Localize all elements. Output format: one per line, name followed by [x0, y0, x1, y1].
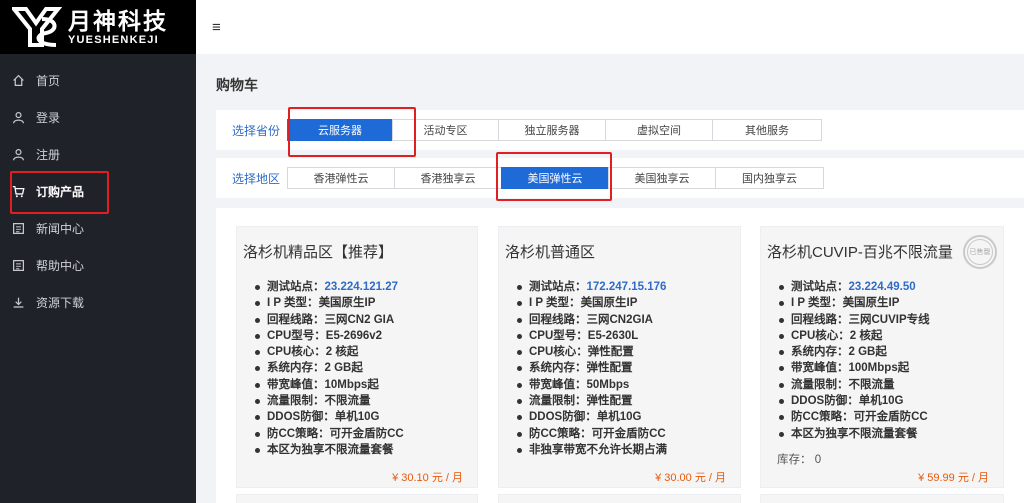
logo-mark-icon: [9, 7, 63, 47]
sold-out-stamp: 已售罄: [963, 235, 997, 269]
option-cn-dedicated-cloud[interactable]: 国内独享云: [715, 167, 824, 189]
option-cloud-server[interactable]: 云服务器: [287, 119, 393, 141]
sidebar-item-downloads[interactable]: 资源下载: [0, 284, 196, 321]
option-virtual-hosting[interactable]: 虚拟空间: [605, 119, 713, 141]
region-filter-row: 选择地区 香港弹性云 香港独享云 美国弹性云 美国独享云 国内独享云: [216, 158, 1024, 198]
product-card-next-row[interactable]: [498, 494, 741, 503]
product-price: ¥ 59.99 元 / 月: [918, 472, 989, 484]
sidebar-item-label: 资源下载: [36, 296, 85, 310]
product-card[interactable]: 洛杉机普通区 测试站点：172.247.15.176 I P 类型：美国原生IP…: [498, 226, 741, 488]
sidebar-item-label: 订购产品: [36, 185, 85, 199]
sold-out-label: 已售罄: [967, 239, 993, 265]
spec-item: 流量限制：不限流量: [779, 377, 930, 393]
province-options: 云服务器 活动专区 独立服务器 虚拟空间 其他服务: [287, 119, 822, 141]
product-price: ¥ 30.10 元 / 月: [392, 472, 463, 484]
province-filter-label: 选择省份: [232, 123, 281, 138]
product-title: 洛杉机普通区: [505, 244, 596, 261]
download-icon: [13, 297, 24, 308]
product-card-next-row[interactable]: [236, 494, 478, 503]
spec-item: 流量限制：弹性配置: [517, 393, 667, 409]
product-specs: 测试站点：23.224.49.50 I P 类型：美国原生IP 回程线路：三网C…: [779, 279, 930, 442]
spec-item: I P 类型：美国原生IP: [517, 295, 667, 311]
spec-item: I P 类型：美国原生IP: [255, 295, 404, 311]
option-us-dedicated-cloud[interactable]: 美国独享云: [608, 167, 716, 189]
spec-item: CPU核心：2 核起: [779, 328, 930, 344]
sidebar-item-label: 注册: [36, 148, 61, 162]
spec-item: 防CC策略：可开金盾防CC: [255, 426, 404, 442]
option-hk-elastic-cloud[interactable]: 香港弹性云: [287, 167, 395, 189]
spec-item: DDOS防御：单机10G: [779, 393, 930, 409]
spec-item: DDOS防御：单机10G: [517, 409, 667, 425]
region-options: 香港弹性云 香港独享云 美国弹性云 美国独享云 国内独享云: [287, 167, 824, 189]
spec-item: 回程线路：三网CN2 GIA: [255, 312, 404, 328]
sidebar-item-help[interactable]: 帮助中心: [0, 247, 196, 284]
sidebar-item-home[interactable]: 首页: [0, 62, 196, 99]
product-specs: 测试站点：172.247.15.176 I P 类型：美国原生IP 回程线路：三…: [517, 279, 667, 458]
option-promotions[interactable]: 活动专区: [392, 119, 499, 141]
top-header: ≡: [196, 0, 1024, 54]
spec-item: CPU核心：2 核起: [255, 344, 404, 360]
province-filter-row: 选择省份 云服务器 活动专区 独立服务器 虚拟空间 其他服务: [216, 110, 1024, 150]
spec-item: 流量限制：不限流量: [255, 393, 404, 409]
product-card[interactable]: 洛杉机CUVIP-百兆不限流量 已售罄 测试站点：23.224.49.50 I …: [760, 226, 1004, 488]
sidebar: 月神科技 YUESHENKEJI 首页 登录 注册 订购产品 新闻中心 帮助中心: [0, 0, 196, 503]
region-filter-label: 选择地区: [232, 171, 281, 186]
spec-item: 系统内存：2 GB起: [255, 360, 404, 376]
sidebar-item-label: 首页: [36, 74, 61, 88]
product-card-next-row[interactable]: [760, 494, 1004, 503]
brand-name-cn: 月神科技: [68, 8, 168, 34]
cart-icon: [12, 185, 25, 198]
spec-item: 测试站点：23.224.49.50: [779, 279, 930, 295]
spec-item: 带宽峰值：100Mbps起: [779, 360, 930, 376]
spec-item: CPU核心：弹性配置: [517, 344, 667, 360]
sidebar-item-label: 帮助中心: [36, 259, 85, 273]
user-add-icon: [13, 149, 24, 161]
spec-item: 防CC策略：可开金盾防CC: [779, 409, 930, 425]
option-hk-dedicated-cloud[interactable]: 香港独享云: [394, 167, 502, 189]
option-us-elastic-cloud[interactable]: 美国弹性云: [501, 167, 609, 189]
spec-item: 回程线路：三网CUVIP专线: [779, 312, 930, 328]
sidebar-item-login[interactable]: 登录: [0, 99, 196, 136]
menu-toggle-icon[interactable]: ≡: [212, 19, 221, 36]
spec-item: 本区为独享不限流量套餐: [779, 426, 930, 442]
product-card[interactable]: 洛杉机精品区【推荐】 测试站点：23.224.121.27 I P 类型：美国原…: [236, 226, 478, 488]
spec-item: 测试站点：23.224.121.27: [255, 279, 404, 295]
home-icon: [13, 74, 24, 86]
option-other-services[interactable]: 其他服务: [712, 119, 822, 141]
product-price: ¥ 30.00 元 / 月: [655, 472, 726, 484]
stock-count: 库存： 0: [777, 454, 822, 466]
spec-item: 带宽峰值：10Mbps起: [255, 377, 404, 393]
brand-logo[interactable]: 月神科技 YUESHENKEJI: [0, 0, 196, 54]
spec-item: 回程线路：三网CN2GIA: [517, 312, 667, 328]
page-title: 购物车: [216, 77, 258, 93]
help-icon: [13, 260, 24, 271]
sidebar-nav: 首页 登录 注册 订购产品 新闻中心 帮助中心 资源下载: [0, 62, 196, 321]
spec-item: CPU型号：E5-2696v2: [255, 328, 404, 344]
spec-item: 非独享带宽不允许长期占满: [517, 442, 667, 458]
option-dedicated-server[interactable]: 独立服务器: [498, 119, 606, 141]
spec-item: 系统内存：2 GB起: [779, 344, 930, 360]
product-title: 洛杉机CUVIP-百兆不限流量: [767, 244, 953, 261]
sidebar-item-news[interactable]: 新闻中心: [0, 210, 196, 247]
product-title: 洛杉机精品区【推荐】: [243, 244, 394, 261]
sidebar-item-register[interactable]: 注册: [0, 136, 196, 173]
sidebar-item-label: 登录: [36, 111, 61, 125]
spec-item: CPU型号：E5-2630L: [517, 328, 667, 344]
product-specs: 测试站点：23.224.121.27 I P 类型：美国原生IP 回程线路：三网…: [255, 279, 404, 458]
spec-item: 测试站点：172.247.15.176: [517, 279, 667, 295]
brand-name-en: YUESHENKEJI: [68, 34, 159, 46]
sidebar-item-label: 新闻中心: [36, 222, 85, 236]
spec-item: 防CC策略：可开金盾防CC: [517, 426, 667, 442]
user-icon: [13, 112, 24, 124]
spec-item: DDOS防御：单机10G: [255, 409, 404, 425]
spec-item: 系统内存：弹性配置: [517, 360, 667, 376]
spec-item: 带宽峰值：50Mbps: [517, 377, 667, 393]
news-icon: [13, 223, 24, 234]
sidebar-item-order-products[interactable]: 订购产品: [0, 173, 196, 210]
spec-item: 本区为独享不限流量套餐: [255, 442, 404, 458]
spec-item: I P 类型：美国原生IP: [779, 295, 930, 311]
